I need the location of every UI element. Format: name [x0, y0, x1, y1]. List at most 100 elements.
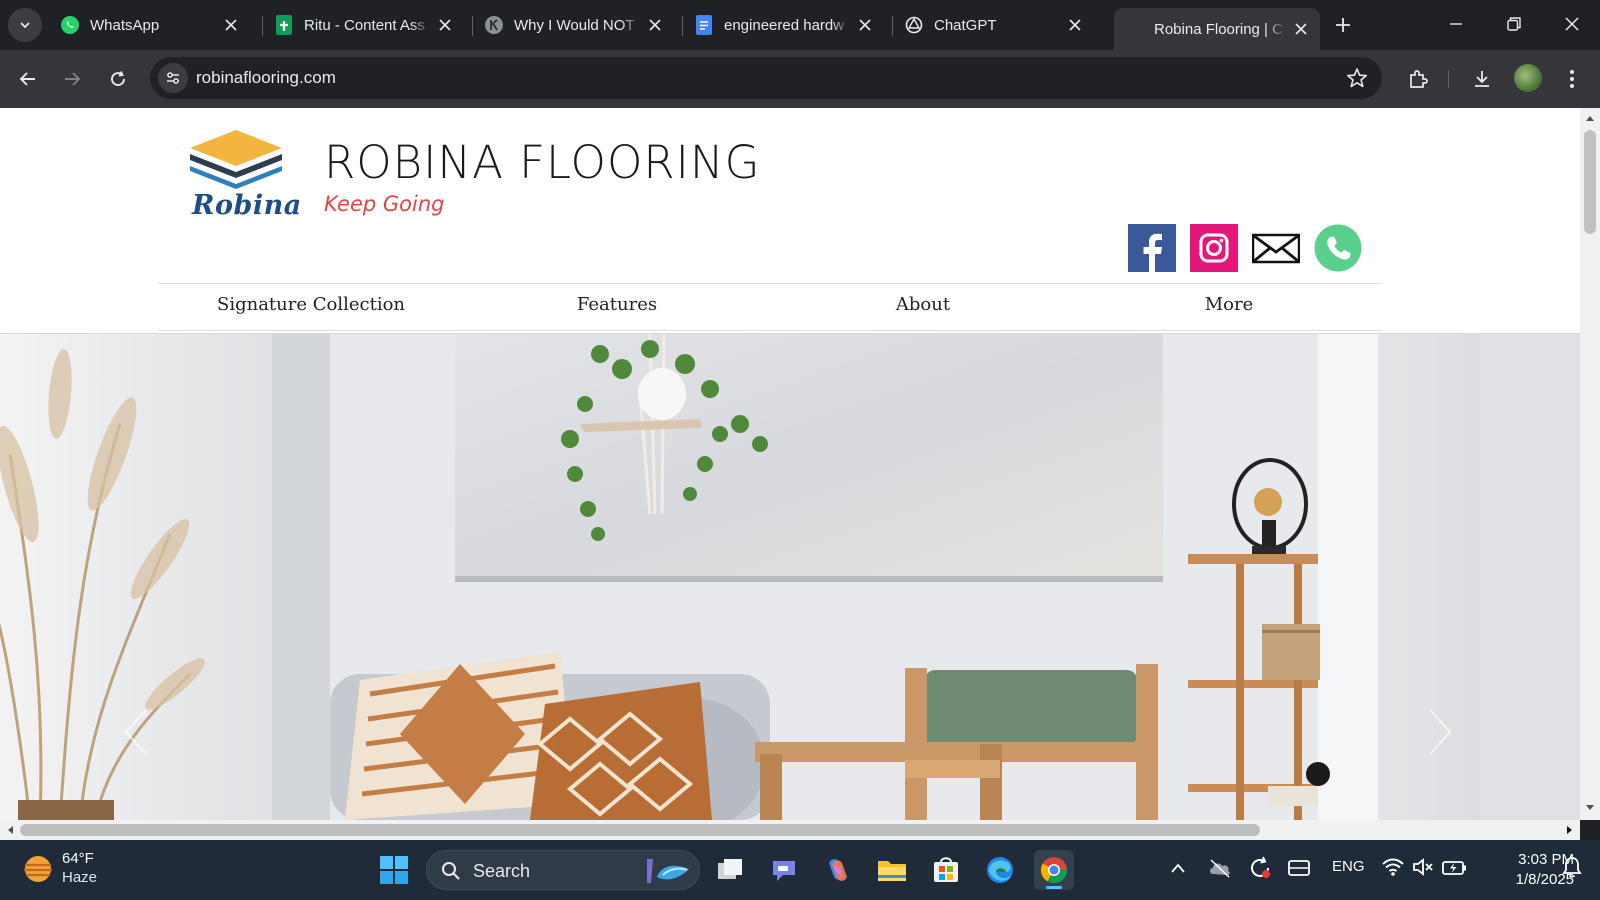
phone-icon [1314, 224, 1362, 272]
robina-logo[interactable]: Robina [190, 130, 302, 226]
puzzle-icon [1410, 70, 1428, 88]
page-viewport: Robina ROBINA FLOORING Keep Going Signat… [0, 108, 1580, 820]
bookmark-star-icon[interactable] [1346, 67, 1368, 89]
tab-divider [892, 16, 893, 36]
tab-chatgpt[interactable]: ChatGPT [894, 8, 1094, 42]
task-view-button[interactable] [710, 850, 750, 890]
tab-why-i-would-not[interactable]: Why I Would NOT [474, 8, 674, 42]
toolbar-divider [1448, 70, 1449, 88]
display-icon[interactable] [1288, 858, 1310, 878]
address-bar[interactable]: robinaflooring.com [150, 57, 1382, 99]
plus-icon [1336, 18, 1350, 32]
taskbar-search-placeholder: Search [473, 861, 531, 881]
start-button[interactable] [374, 850, 414, 890]
download-icon [1475, 71, 1489, 87]
scroll-up-icon[interactable] [1585, 114, 1595, 122]
chat-icon [773, 861, 795, 881]
edge-button[interactable] [980, 850, 1020, 890]
extensions-button[interactable] [1404, 65, 1432, 93]
close-icon[interactable] [436, 16, 454, 34]
edge-icon [987, 857, 1013, 883]
chevron-up-icon[interactable] [1170, 862, 1186, 874]
nav-features[interactable]: Features [464, 294, 770, 315]
docs-icon [694, 15, 714, 35]
tab-title: WhatsApp [90, 16, 160, 34]
scroll-down-icon[interactable] [1585, 804, 1595, 812]
new-tab-button[interactable] [1330, 12, 1356, 38]
minimize-button[interactable] [1428, 0, 1484, 48]
tab-title: ChatGPT [934, 16, 997, 34]
battery-charging-icon[interactable] [1442, 857, 1468, 877]
teams-chat-button[interactable] [764, 850, 804, 890]
url-text[interactable]: robinaflooring.com [196, 68, 336, 88]
whatsapp-icon [60, 15, 80, 35]
onedrive-icon[interactable] [1208, 858, 1232, 878]
chrome-taskbar-button[interactable] [1034, 850, 1074, 890]
site-info-button[interactable] [158, 63, 188, 93]
email-link[interactable] [1252, 224, 1300, 272]
search-icon [442, 862, 460, 880]
clock-date: 1/8/2025 [1515, 871, 1574, 888]
copilot-button[interactable] [818, 850, 858, 890]
weather-widget[interactable]: 64°F Haze [22, 850, 97, 888]
tab-title: engineered hardw [724, 16, 845, 34]
slideshow-next-button[interactable] [1410, 694, 1470, 774]
arrow-right-icon [65, 72, 81, 86]
close-icon[interactable] [856, 16, 874, 34]
language-indicator[interactable]: ENG [1332, 858, 1365, 875]
notification-bell-icon[interactable] [1562, 856, 1582, 878]
clock-time: 3:03 PM [1518, 851, 1574, 868]
facebook-link[interactable] [1128, 224, 1176, 272]
tab-robina-flooring[interactable]: Robina Flooring | C [1114, 8, 1320, 50]
hero-image [0, 334, 1580, 820]
slideshow-prev-button[interactable] [110, 694, 170, 774]
tab-search-button[interactable] [8, 8, 42, 42]
close-window-button[interactable] [1544, 0, 1600, 48]
sync-icon[interactable] [1248, 856, 1272, 880]
scroll-right-icon[interactable] [1566, 825, 1574, 835]
windows-icon [380, 856, 408, 884]
tune-icon [167, 72, 179, 84]
weather-condition: Haze [62, 869, 98, 886]
tab-divider [472, 16, 473, 36]
site-tagline: Keep Going [324, 192, 445, 216]
tab-whatsapp[interactable]: WhatsApp [50, 8, 250, 42]
vertical-scroll-thumb[interactable] [1584, 130, 1596, 234]
site-header: Robina ROBINA FLOORING Keep Going Signat… [0, 108, 1580, 334]
system-clock[interactable]: 3:03 PM 1/8/2025 [1484, 850, 1574, 890]
windows-taskbar: 64°F Haze Search ENG 3:03 PM 1/8/2025 [0, 840, 1600, 900]
horizontal-scroll-thumb[interactable] [20, 824, 1260, 836]
site-title: ROBINA FLOORING [324, 136, 761, 189]
nav-about[interactable]: About [770, 294, 1076, 315]
microsoft-store-button[interactable] [926, 850, 966, 890]
tab-engineered-hardwood[interactable]: engineered hardw [684, 8, 884, 42]
vertical-scrollbar[interactable] [1580, 108, 1600, 820]
arrow-left-icon [19, 72, 35, 86]
nav-more[interactable]: More [1076, 294, 1382, 315]
volume-muted-icon[interactable] [1412, 857, 1434, 877]
chrome-menu-button[interactable] [1558, 65, 1586, 93]
forward-button[interactable] [56, 63, 88, 95]
main-nav: Signature Collection Features About More [158, 283, 1382, 331]
nav-signature-collection[interactable]: Signature Collection [158, 294, 464, 315]
back-button[interactable] [12, 63, 44, 95]
downloads-button[interactable] [1468, 65, 1496, 93]
logo-text: Robina [192, 190, 302, 221]
close-icon[interactable] [1066, 16, 1084, 34]
taskbar-search[interactable]: Search [426, 850, 700, 890]
tab-ritu-content[interactable]: Ritu - Content Ass [264, 8, 464, 42]
reload-button[interactable] [102, 63, 134, 95]
close-icon[interactable] [222, 16, 240, 34]
horizontal-scrollbar[interactable] [0, 820, 1580, 840]
scroll-left-icon[interactable] [6, 825, 14, 835]
search-highlight-icon [647, 859, 689, 883]
close-icon[interactable] [1292, 20, 1310, 38]
wifi-icon[interactable] [1382, 857, 1404, 877]
file-explorer-button[interactable] [872, 850, 912, 890]
close-icon[interactable] [646, 16, 664, 34]
instagram-link[interactable] [1190, 224, 1238, 272]
restore-button[interactable] [1486, 0, 1542, 48]
phone-link[interactable] [1314, 224, 1362, 272]
profile-avatar[interactable] [1514, 64, 1542, 92]
more-vert-icon [1570, 70, 1574, 88]
